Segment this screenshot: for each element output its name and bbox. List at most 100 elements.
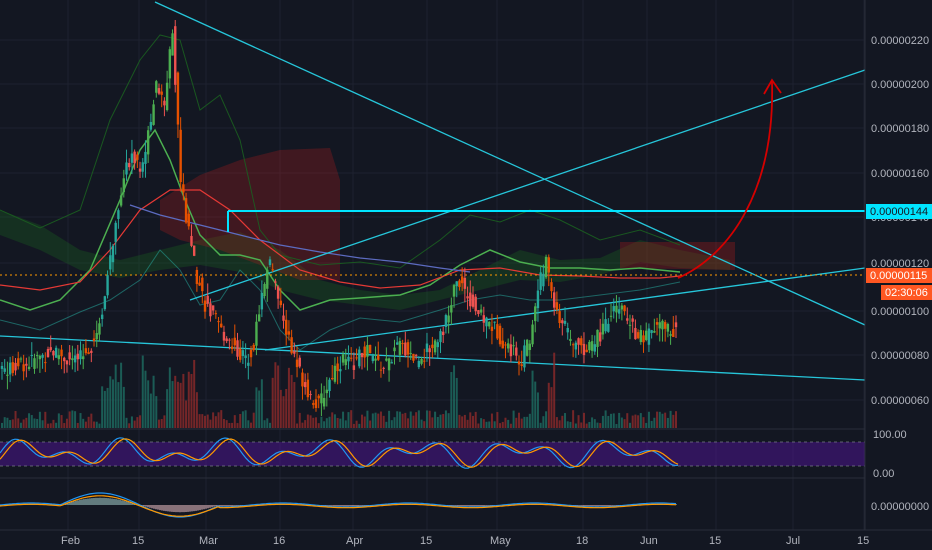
candle-body (636, 332, 640, 339)
candle-body (33, 358, 36, 369)
price-tick: 0.00000060 (871, 395, 929, 407)
candle-body (398, 341, 402, 355)
volume-bar (412, 415, 415, 428)
volume-bar (607, 415, 610, 428)
candle-body (582, 343, 586, 356)
candle-body (617, 309, 621, 314)
candle-body (239, 348, 242, 360)
candle-body (155, 81, 158, 93)
candle-body (287, 331, 291, 335)
candle-body (661, 320, 664, 330)
volume-bar (22, 419, 25, 428)
candle-body (249, 349, 253, 358)
volume-bar (241, 411, 244, 428)
volume-bar (76, 422, 79, 428)
volume-bar (38, 411, 41, 428)
macd-zero-label: 0.00000000 (871, 501, 929, 513)
volume-bar (28, 413, 31, 428)
time-tick: 15 (857, 535, 869, 547)
candle-body (84, 348, 88, 354)
volume-bar (6, 417, 9, 428)
volume-bar (163, 415, 166, 428)
candle-body (531, 324, 534, 345)
volume-bar (49, 423, 52, 428)
candle-body (46, 348, 50, 358)
volume-bar (664, 412, 667, 428)
candle-body (593, 344, 596, 352)
candle-body (95, 333, 98, 340)
candle-body (471, 294, 475, 307)
volume-bar (133, 420, 136, 428)
candle-body (672, 329, 675, 338)
volume-bar (274, 362, 277, 428)
volume-bar (225, 420, 228, 428)
volume-bar (593, 419, 596, 428)
candle-body (322, 397, 326, 407)
volume-bar (512, 410, 515, 428)
volume-bar (19, 422, 22, 428)
candle-body (176, 72, 180, 125)
volume-bar (33, 418, 36, 428)
volume-bar (417, 410, 420, 428)
volume-bar (637, 415, 640, 428)
volume-bar (293, 382, 296, 428)
candle-body (206, 295, 209, 304)
candle-body (647, 328, 651, 345)
volume-bar (195, 392, 198, 428)
volume-bar (187, 371, 190, 428)
volume-bar (474, 411, 477, 428)
volume-bar (101, 386, 104, 428)
volume-bar (309, 415, 312, 428)
candle-body (436, 342, 439, 348)
time-tick: 15 (420, 535, 432, 547)
candle-body (285, 319, 288, 335)
candle-body (282, 315, 285, 321)
candle-body (236, 340, 239, 357)
candle-body (604, 319, 607, 332)
candle-body (439, 331, 442, 343)
candle-body (271, 269, 274, 271)
candle-body (385, 358, 388, 361)
volume-bar (260, 379, 263, 428)
volume-bar (25, 417, 28, 428)
candle-body (469, 292, 472, 307)
volume-bar (285, 388, 288, 428)
price-tick: 0.00000080 (871, 350, 929, 362)
volume-bar (109, 376, 112, 428)
volume-bar (409, 411, 412, 428)
candle-body (344, 359, 347, 366)
volume-bar (95, 421, 98, 428)
price-tick: 0.00000180 (871, 123, 929, 135)
candle-body (136, 154, 139, 160)
volume-bar (436, 417, 439, 428)
volume-bar (149, 393, 152, 428)
time-tick: Feb (61, 535, 80, 547)
candle-body (374, 358, 377, 361)
candle-body (550, 282, 553, 292)
volume-bar (666, 417, 669, 428)
volume-bar (534, 381, 537, 428)
candle-body (301, 372, 304, 387)
volume-bar (204, 415, 207, 428)
trading-chart[interactable]: 0.00000220 0.00000200 0.00000180 0.00000… (0, 0, 932, 550)
candle-body (517, 361, 521, 365)
volume-bar (236, 423, 239, 428)
candle-body (425, 343, 429, 353)
candle-body (25, 363, 28, 366)
candle-body (100, 314, 104, 320)
volume-bar (301, 422, 304, 428)
candle-body (552, 292, 556, 308)
candle-body (133, 151, 136, 164)
price-tick: 0.00000220 (871, 35, 929, 47)
candle-body (303, 382, 307, 388)
volume-bar (407, 418, 410, 428)
candle-body (211, 305, 215, 311)
candle-body (41, 354, 44, 358)
candle-body (279, 300, 283, 306)
candle-body (106, 275, 109, 296)
candle-body (314, 399, 318, 408)
volume-bar (428, 410, 431, 428)
candle-body (309, 394, 312, 396)
candle-body (601, 323, 605, 335)
price-axis[interactable]: 0.00000220 0.00000200 0.00000180 0.00000… (864, 0, 932, 530)
